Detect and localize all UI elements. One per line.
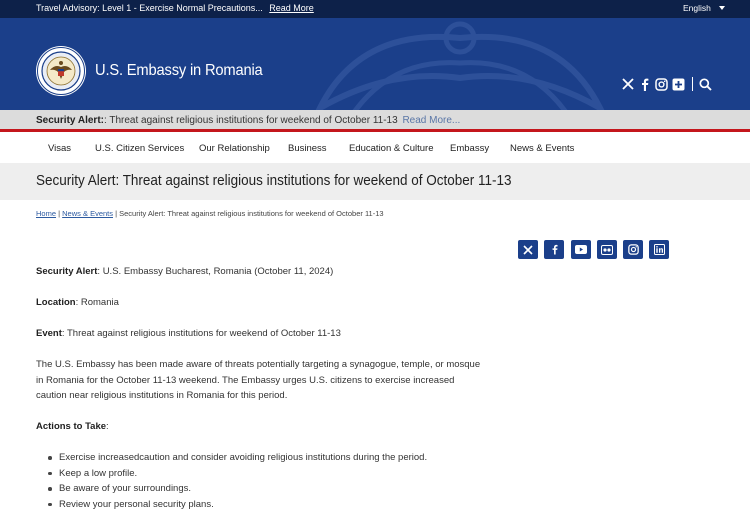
- facebook-icon[interactable]: [637, 77, 652, 92]
- location-detail: : Romania: [75, 297, 119, 308]
- breadcrumb: Home | News & Events | Security Alert: T…: [36, 209, 384, 218]
- security-alert-detail: : U.S. Embassy Bucharest, Romania (Octob…: [97, 266, 334, 277]
- travel-advisory-read-more-link[interactable]: Read More: [269, 3, 314, 13]
- eagle-watermark-icon: [315, 21, 605, 110]
- x-icon[interactable]: [518, 240, 538, 259]
- actions-heading: Actions to Take: [36, 421, 107, 432]
- language-label: English: [683, 3, 711, 13]
- nav-item-us-citizen-services[interactable]: U.S. Citizen Services: [95, 143, 184, 154]
- actions-list: Exercise increasedcaution and consider a…: [36, 450, 427, 512]
- page-title-band: Security Alert: Threat against religious…: [0, 163, 750, 200]
- search-icon[interactable]: [698, 77, 713, 92]
- flickr-icon[interactable]: [671, 77, 686, 92]
- instagram-icon[interactable]: [654, 77, 669, 92]
- nav-item-education-culture[interactable]: Education & Culture: [349, 143, 434, 154]
- main-navigation: Visas U.S. Citizen Services Our Relation…: [0, 135, 750, 163]
- site-header: U.S. Embassy in Romania: [0, 18, 750, 110]
- share-icons: [518, 240, 676, 259]
- location-heading: Location: [36, 297, 76, 308]
- security-alert-heading: Security Alert: [36, 266, 98, 277]
- x-icon[interactable]: [620, 77, 635, 92]
- nav-item-business[interactable]: Business: [288, 143, 327, 154]
- travel-advisory-bar: Travel Advisory: Level 1 - Exercise Norm…: [0, 0, 750, 18]
- language-selector[interactable]: English: [683, 3, 725, 13]
- actions-colon: :: [106, 421, 109, 432]
- list-item: Keep a low profile.: [36, 466, 427, 482]
- embassy-seal-logo[interactable]: [36, 46, 86, 96]
- nav-item-our-relationship[interactable]: Our Relationship: [199, 143, 270, 154]
- chevron-down-icon: [718, 6, 725, 10]
- instagram-icon[interactable]: [623, 240, 644, 259]
- breadcrumb-home-link[interactable]: Home: [36, 209, 56, 218]
- security-alert-message: : Threat against religious institutions …: [103, 115, 398, 126]
- list-item: Exercise increasedcaution and consider a…: [36, 450, 427, 466]
- breadcrumb-current: Security Alert: Threat against religious…: [119, 209, 384, 218]
- security-alert-paragraph: Security Alert: U.S. Embassy Bucharest, …: [36, 264, 333, 280]
- event-paragraph: Event: Threat against religious institut…: [36, 326, 341, 342]
- security-alert-banner: Security Alert:: Threat against religiou…: [0, 110, 750, 132]
- page-title: Security Alert: Threat against religious…: [36, 173, 512, 189]
- list-item: Be aware of your surroundings.: [36, 481, 427, 497]
- location-paragraph: Location: Romania: [36, 295, 119, 311]
- security-alert-text: Security Alert:: Threat against religiou…: [36, 115, 460, 126]
- body-line: The U.S. Embassy has been made aware of …: [36, 359, 481, 370]
- event-heading: Event: [36, 328, 62, 339]
- event-detail: : Threat against religious institutions …: [61, 328, 341, 339]
- nav-item-visas[interactable]: Visas: [48, 143, 71, 154]
- body-line: caution near religious institutions in R…: [36, 390, 288, 401]
- flickr-icon[interactable]: [596, 240, 617, 259]
- linkedin-icon[interactable]: [649, 240, 670, 259]
- security-alert-read-more-link[interactable]: Read More...: [402, 115, 460, 126]
- nav-item-news-events[interactable]: News & Events: [510, 143, 574, 154]
- security-alert-label: Security Alert:: [36, 115, 104, 126]
- nav-item-embassy[interactable]: Embassy: [450, 143, 489, 154]
- actions-paragraph: Actions to Take:: [36, 419, 109, 435]
- breadcrumb-news-events-link[interactable]: News & Events: [62, 209, 113, 218]
- travel-advisory-text: Travel Advisory: Level 1 - Exercise Norm…: [36, 3, 263, 13]
- body-line: in Romania for the October 11-13 weekend…: [36, 374, 455, 386]
- site-title[interactable]: U.S. Embassy in Romania: [95, 62, 263, 80]
- youtube-icon[interactable]: [570, 240, 591, 259]
- facebook-icon[interactable]: [544, 240, 565, 259]
- travel-advisory: Travel Advisory: Level 1 - Exercise Norm…: [36, 3, 314, 13]
- header-social-icons: [620, 76, 715, 92]
- header-icon-divider: [692, 77, 693, 91]
- list-item: Review your personal security plans.: [36, 497, 427, 513]
